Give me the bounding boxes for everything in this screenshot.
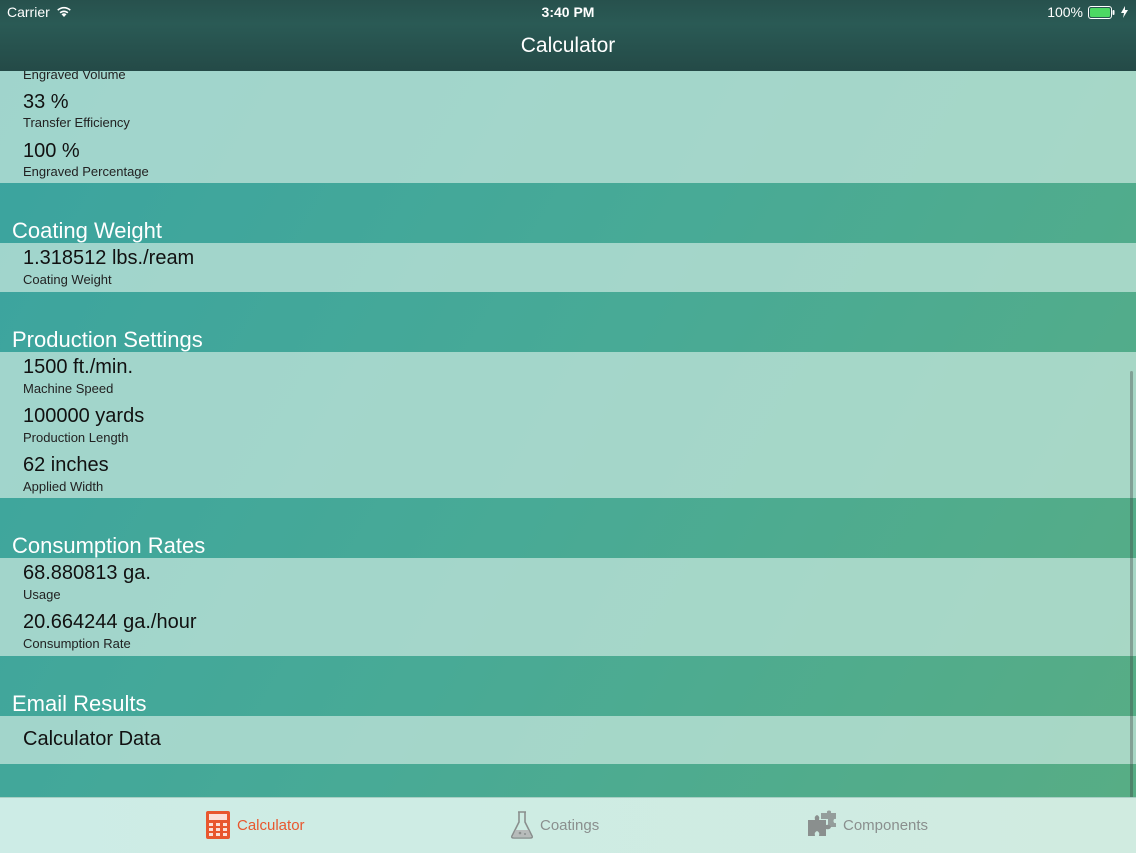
engraved-percentage-value: 100 % (23, 140, 80, 162)
applied-width-value: 62 inches (23, 454, 109, 476)
production-settings-cell: 1500 ft./min. Machine Speed 100000 yards… (0, 352, 1136, 498)
section-header-consumption-rates: Consumption Rates (12, 533, 206, 558)
navigation-bar: Calculator (0, 24, 1136, 71)
calculator-data-label: Calculator Data (23, 728, 161, 750)
calculator-results-list[interactable]: Engraved Volume 33 % Transfer Efficiency… (0, 71, 1136, 797)
production-length-label: Production Length (23, 430, 129, 445)
calculator-data-cell[interactable]: Calculator Data (0, 716, 1136, 764)
tab-calculator[interactable]: Calculator (205, 810, 305, 840)
charging-icon (1121, 6, 1128, 18)
tab-components[interactable]: Components (805, 810, 928, 840)
production-length-value: 100000 yards (23, 405, 145, 427)
consumption-rate-value: 20.664244 ga./hour (23, 611, 197, 633)
scroll-indicator[interactable] (1130, 371, 1133, 797)
coating-weight-label: Coating Weight (23, 272, 112, 287)
applied-width-label: Applied Width (23, 479, 104, 494)
engraved-volume-label: Engraved Volume (23, 71, 126, 82)
tab-calculator-label: Calculator (237, 816, 305, 834)
status-bar: Carrier 3:40 PM 100% (0, 0, 1136, 24)
transfer-efficiency-value: 33 % (23, 91, 69, 113)
consumption-rate-label: Consumption Rate (23, 636, 131, 651)
transfer-efficiency-label: Transfer Efficiency (23, 115, 130, 130)
usage-label: Usage (23, 587, 61, 602)
tab-components-label: Components (843, 816, 929, 834)
section-header-email-results: Email Results (12, 691, 147, 716)
puzzle-icon (808, 810, 836, 836)
section-header-production-settings: Production Settings (12, 327, 203, 352)
engraving-cell: Engraved Volume 33 % Transfer Efficiency… (0, 71, 1136, 183)
coating-weight-cell: 1.318512 lbs./ream Coating Weight (0, 243, 1136, 292)
machine-speed-value: 1500 ft./min. (23, 356, 134, 378)
battery-icon (1088, 5, 1115, 19)
calculator-icon (206, 811, 230, 839)
tab-coatings[interactable]: Coatings (510, 810, 599, 840)
tab-bar: Calculator Coatings Components (0, 797, 1136, 853)
flask-icon (510, 811, 534, 839)
clock: 3:40 PM (541, 4, 595, 20)
engraved-percentage-label: Engraved Percentage (23, 164, 149, 179)
page-title: Calculator (520, 34, 616, 57)
usage-value: 68.880813 ga. (23, 562, 151, 584)
tab-coatings-label: Coatings (540, 816, 600, 834)
coating-weight-value: 1.318512 lbs./ream (23, 247, 195, 269)
consumption-rates-cell: 68.880813 ga. Usage 20.664244 ga./hour C… (0, 558, 1136, 656)
section-header-coating-weight: Coating Weight (12, 218, 163, 243)
machine-speed-label: Machine Speed (23, 381, 114, 396)
battery-percent: 100% (1047, 4, 1083, 20)
